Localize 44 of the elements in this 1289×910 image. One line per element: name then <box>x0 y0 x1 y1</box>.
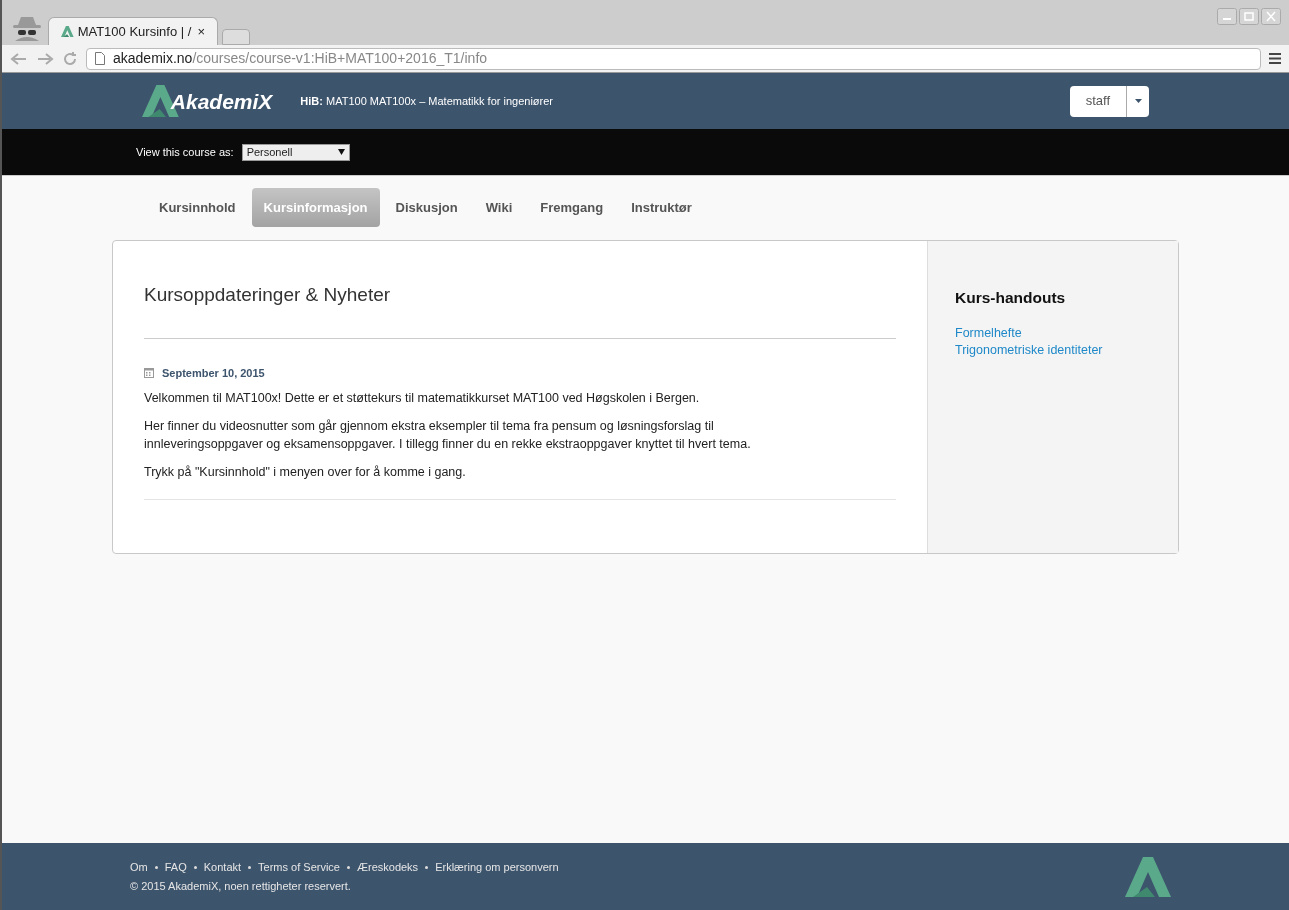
handouts-heading: Kurs-handouts <box>955 288 1067 308</box>
incognito-icon <box>10 15 44 41</box>
calendar-icon <box>144 367 154 378</box>
forward-icon[interactable] <box>36 51 54 66</box>
footer-link[interactable]: Kontakt <box>203 859 242 876</box>
footer-link[interactable]: Terms of Service <box>258 859 340 876</box>
reload-icon[interactable] <box>62 50 78 67</box>
updates-heading: Kursoppdateringer & Nyheter <box>144 281 896 339</box>
logo-icon <box>61 26 74 37</box>
tab-close-button[interactable]: × <box>197 21 205 42</box>
url-text: akademix.no/courses/course-v1:HiB+MAT100+2016_T1/info <box>113 49 488 68</box>
news-paragraph: Her finner du videosnutter som går gjennom ekstra eksempler til tema fra pensum og løsningsforslag til innleveringsoppgaver og eksamensoppgaver. I tillegg finner du en rekke ekstraoppgaver knyttet til hvert tema. <box>144 418 752 453</box>
minimize-icon[interactable] <box>1217 8 1237 25</box>
dropdown-arrow-icon <box>337 149 345 155</box>
footer-link[interactable]: Æreskodeks <box>357 859 419 876</box>
nav-tab[interactable]: Kursinnhold <box>147 188 248 227</box>
nav-tab[interactable]: Instruktør <box>619 188 704 227</box>
tab-title: MAT100 Kursinfo | / <box>77 22 192 41</box>
handout-link[interactable]: Trigonometriske identiteter <box>955 342 1103 360</box>
browser-tab[interactable]: MAT100 Kursinfo | / × <box>48 17 218 45</box>
role-select[interactable]: Personell <box>241 143 350 161</box>
nav-tab[interactable]: Fremgang <box>528 188 616 227</box>
close-icon[interactable] <box>1261 8 1281 25</box>
new-tab-button[interactable] <box>222 29 250 45</box>
copyright-text: © 2015 AkademiX, noen rettigheter reservert. <box>130 878 352 894</box>
page-icon <box>95 52 105 65</box>
nav-tab[interactable]: Diskusjon <box>383 188 470 227</box>
footer-link[interactable]: Erklæring om personvern <box>435 859 559 876</box>
address-field[interactable]: akademix.no/courses/course-v1:HiB+MAT100+2016_T1/info <box>86 47 1261 70</box>
course-title: HiB: MAT100 MAT100x – Matematikk for ingeniører <box>300 93 554 109</box>
footer-link[interactable]: FAQ <box>164 859 187 876</box>
news-paragraph: Trykk på "Kursinnhold" i menyen over for å komme i gang. <box>144 464 467 481</box>
menu-icon[interactable] <box>1269 53 1281 64</box>
caret-icon <box>1134 99 1142 103</box>
footer-logo-icon <box>1125 856 1171 897</box>
view-as-label: View this course as: <box>136 144 234 160</box>
news-paragraph: Velkommen til MAT100x! Dette er et støttekurs til matematikkurset MAT100 ved Høgskolen i Bergen. <box>144 390 701 407</box>
site-logo[interactable]: AkademiX <box>142 85 273 117</box>
handout-link[interactable]: Formelhefte <box>955 325 1022 343</box>
nav-tab[interactable]: Wiki <box>473 188 525 227</box>
back-icon[interactable] <box>10 51 28 66</box>
maximize-icon[interactable] <box>1239 8 1259 25</box>
footer-link[interactable]: Om <box>130 859 148 876</box>
news-date: September 10, 2015 <box>162 365 265 381</box>
